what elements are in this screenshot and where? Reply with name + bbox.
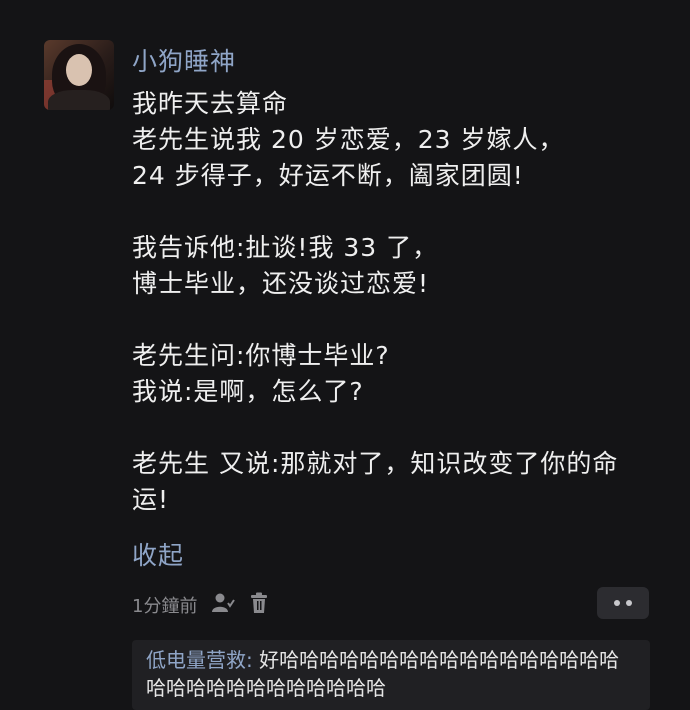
timestamp: 1分鐘前 (132, 596, 198, 617)
post-line: 我说:是啊，怎么了? (132, 377, 364, 406)
post-paragraph-gap (132, 410, 662, 446)
collapse-button[interactable]: 收起 (132, 536, 184, 572)
avatar-face (66, 54, 92, 86)
post-line: 运! (132, 485, 170, 514)
post-line: 我告诉他:扯谈!我 33 了， (132, 233, 439, 262)
post-line: 老先生问:你博士毕业? (132, 341, 390, 370)
more-options-button[interactable] (597, 587, 649, 619)
post-paragraph-gap (132, 302, 662, 338)
more-dots-icon (626, 600, 632, 606)
post-paragraph-gap (132, 194, 662, 230)
post-line: 我昨天去算命 (132, 89, 289, 118)
post-line: 博士毕业，还没谈过恋爱! (132, 269, 430, 298)
post-line: 24 步得子，好运不断，阖家团圆! (132, 161, 524, 190)
user-avatar[interactable] (44, 40, 114, 110)
avatar-shoulder (48, 90, 110, 110)
comment-meta: 1分鐘前 (132, 590, 269, 620)
reply-preview[interactable]: 低电量营救: 好哈哈哈哈哈哈哈哈哈哈哈哈哈哈哈哈哈哈哈哈哈哈哈哈哈哈哈哈哈 (132, 640, 650, 710)
post-body: 我昨天去算命 老先生说我 20 岁恋爱，23 岁嫁人， 24 步得子，好运不断，… (132, 86, 662, 518)
trash-icon[interactable] (249, 592, 269, 619)
username[interactable]: 小狗睡神 (132, 42, 236, 78)
person-icon[interactable] (211, 592, 236, 619)
post-line: 老先生说我 20 岁恋爱，23 岁嫁人， (132, 125, 565, 154)
more-dots-icon (614, 600, 620, 606)
post-line: 老先生 又说:那就对了，知识改变了你的命 (132, 449, 619, 478)
reply-author[interactable]: 低电量营救 (146, 648, 246, 672)
reply-separator: : (246, 648, 260, 672)
